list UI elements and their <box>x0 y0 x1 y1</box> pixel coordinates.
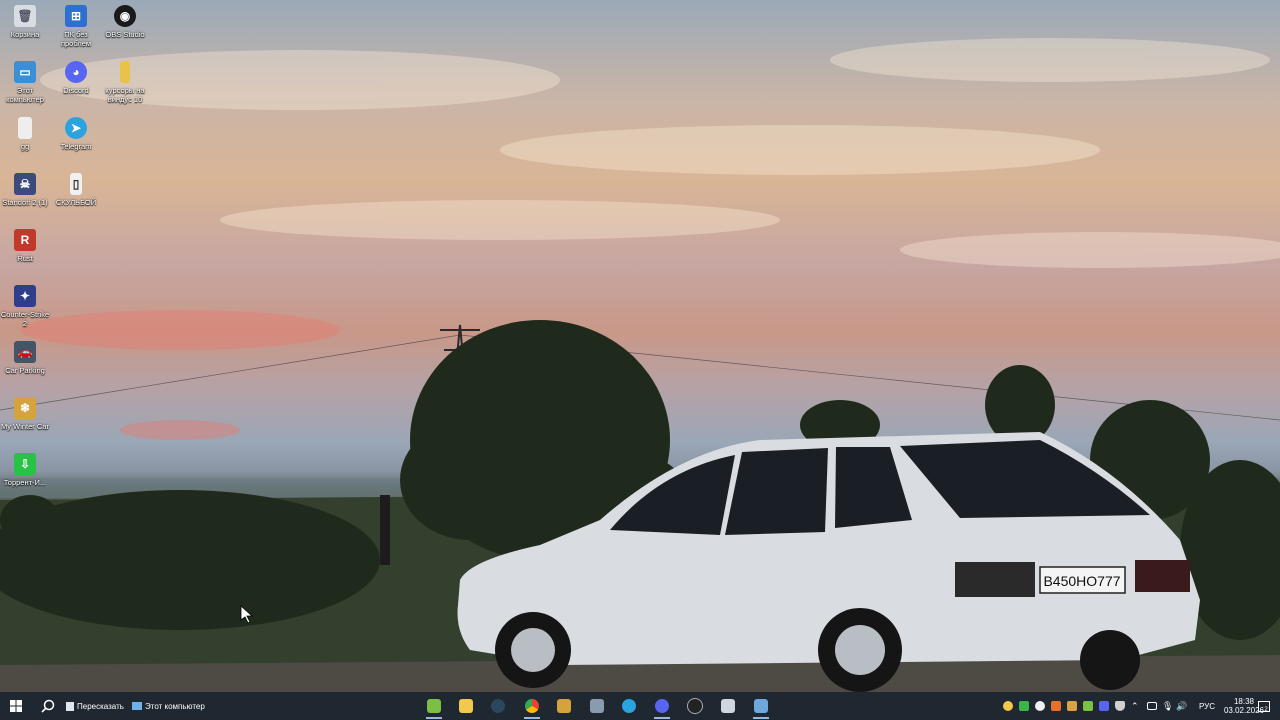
taskbar-app-obs[interactable] <box>682 695 708 717</box>
remote-desktop-icon <box>754 699 768 713</box>
this-pc-icon: ▭ <box>14 61 36 83</box>
taskbar-app-roblox-studio[interactable] <box>551 695 577 717</box>
search-button[interactable] <box>34 692 62 720</box>
desktop-icon-label: Rust <box>17 254 33 263</box>
desktop-icon-car-parking[interactable]: 🚗 Car Parking <box>0 341 50 375</box>
notification-center-button[interactable]: 2 <box>1252 692 1274 720</box>
desktop-icon-label: Корзина <box>10 30 40 39</box>
taskbar-app-onedrive[interactable] <box>715 695 741 717</box>
taskbar-app-car-parking[interactable] <box>584 695 610 717</box>
taskbar-app-discord[interactable] <box>649 695 675 719</box>
desktop-icon-label: СКУЛЬБОЙ <box>55 198 97 207</box>
desktop-icon-torrent[interactable]: ⇩ Торрент-И... <box>0 453 50 487</box>
desktop-icon-label: OBS Studio <box>105 30 145 39</box>
this-pc-icon <box>132 702 142 710</box>
taskbar-app-steam[interactable] <box>485 695 511 717</box>
desktop-icon-label: Торрент-И... <box>3 478 47 487</box>
telegram-icon <box>622 699 636 713</box>
desktop-icon-label: ПК без проблем <box>60 30 92 48</box>
volume-icon[interactable]: 🔊 <box>1176 701 1187 711</box>
document-icon: ▯ <box>70 173 82 195</box>
notification-icon <box>1258 700 1271 712</box>
start-button[interactable] <box>0 692 32 720</box>
desktop-icon-standoff[interactable]: ☠ Standoff 2 (1) <box>0 173 50 207</box>
chevron-up-icon[interactable]: ⌃ <box>1131 701 1141 711</box>
taskbar: Пересказать Этот компьютер ⌃ 🎙 🔊 РУС 18:… <box>0 692 1280 720</box>
standoff-icon: ☠ <box>14 173 36 195</box>
file-icon <box>18 117 32 139</box>
desktop-icon-label: Telegram <box>60 142 92 151</box>
telegram-icon: ➤ <box>65 117 87 139</box>
torrent-icon: ⇩ <box>14 453 36 475</box>
cs2-icon: ✦ <box>14 285 36 307</box>
taskbar-app-remote-desktop[interactable] <box>748 695 774 719</box>
network-icon[interactable] <box>1147 702 1157 710</box>
desktop-icon-skulboy[interactable]: ▯ СКУЛЬБОЙ <box>51 173 101 207</box>
onedrive-icon <box>721 699 735 713</box>
car-parking-icon <box>590 699 604 713</box>
desktop-icon-my-winter-car[interactable]: ❄ My Winter Car <box>0 397 50 431</box>
desktop-icon-discord[interactable]: ◕ Discord <box>51 61 101 95</box>
recycle-bin-icon: 🗑 <box>14 5 36 27</box>
bluestacks-icon[interactable] <box>1083 701 1093 711</box>
wallpaper: В450НО777 <box>0 38 1280 692</box>
desktop-icon-cs2[interactable]: ✦ Counter-Strike 2 <box>0 285 50 328</box>
windows-start-icon <box>10 700 22 712</box>
document-app-icon <box>66 701 74 711</box>
desktop-icon-rust[interactable]: R Rust <box>0 229 50 263</box>
taskbar-window-this-pc[interactable]: Этот компьютер <box>132 692 212 720</box>
search-icon <box>41 699 55 713</box>
desktop-icon-label: My Winter Car <box>1 422 49 431</box>
desktop-icon-pc-helper[interactable]: ⊞ ПК без проблем <box>51 5 101 48</box>
emoji-app-icon[interactable] <box>1003 701 1013 711</box>
desktop-icon-recycle-bin[interactable]: 🗑 Корзина <box>0 5 50 39</box>
discord-icon <box>655 699 669 713</box>
discord-icon: ◕ <box>65 61 87 83</box>
file-explorer-icon <box>459 699 473 713</box>
taskbar-window-retell[interactable]: Пересказать <box>66 692 130 720</box>
my-winter-car-icon: ❄ <box>14 397 36 419</box>
discord-icon[interactable] <box>1099 701 1109 711</box>
yandex-icon[interactable] <box>1035 701 1045 711</box>
rust-icon: R <box>14 229 36 251</box>
chrome-icon <box>525 699 539 713</box>
desktop-icon-label: курсоры на виндус 10 <box>105 86 145 104</box>
desktop-icon-label: Standoff 2 (1) <box>2 198 48 207</box>
desktop-icon-label: gg <box>20 142 30 151</box>
desktop: В450НО777 🗑 Корзина ⊞ ПК без проблем ◉ O… <box>0 0 1280 692</box>
taskbar-window-label: Пересказать <box>77 701 124 711</box>
steam-icon <box>491 699 505 713</box>
desktop-icon-label: Car Parking <box>5 366 45 375</box>
desktop-icon-label: Discord <box>63 86 89 95</box>
shield-icon[interactable] <box>1115 701 1125 711</box>
microphone-icon[interactable]: 🎙 <box>1162 701 1173 711</box>
car-parking-icon: 🚗 <box>14 341 36 363</box>
taskbar-window-label: Этот компьютер <box>145 701 205 711</box>
desktop-icon-label: Counter-Strike 2 <box>0 310 50 328</box>
language-label: РУС <box>1198 701 1216 711</box>
ccleaner-icon[interactable] <box>1067 701 1077 711</box>
folder-icon <box>120 61 130 83</box>
taskbar-app-chrome[interactable] <box>519 695 545 719</box>
obs-icon: ◉ <box>114 5 136 27</box>
pc-helper-icon: ⊞ <box>65 5 87 27</box>
license-plate: В450НО777 <box>1043 573 1120 589</box>
language-indicator[interactable]: РУС <box>1195 692 1219 720</box>
green-app-icon[interactable] <box>1019 701 1029 711</box>
desktop-icon-telegram[interactable]: ➤ Telegram <box>51 117 101 151</box>
taskbar-app-bluestacks[interactable] <box>421 695 447 719</box>
desktop-icon-gg[interactable]: gg <box>0 117 50 151</box>
obs-icon <box>687 698 703 714</box>
roblox-studio-icon <box>557 699 571 713</box>
desktop-icon-label: Этот компьютер <box>6 86 44 104</box>
taskbar-app-file-explorer[interactable] <box>453 695 479 717</box>
orange-app-icon[interactable] <box>1051 701 1061 711</box>
clock-time: 18:38 <box>1233 697 1255 706</box>
bluestacks-icon <box>427 699 441 713</box>
desktop-icon-this-pc[interactable]: ▭ Этот компьютер <box>0 61 50 104</box>
desktop-icon-obs[interactable]: ◉ OBS Studio <box>100 5 150 39</box>
taskbar-app-telegram[interactable] <box>616 695 642 717</box>
desktop-icon-cursors-folder[interactable]: курсоры на виндус 10 <box>100 61 150 104</box>
